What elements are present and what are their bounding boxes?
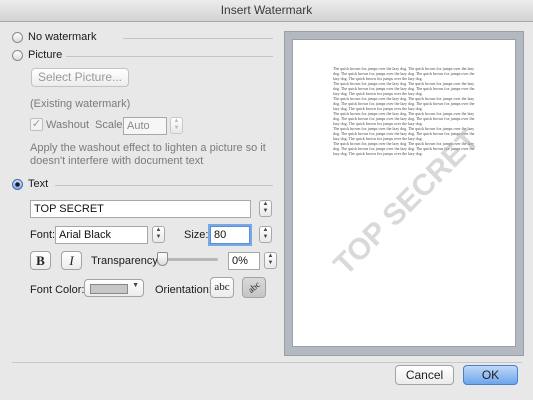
- italic-button[interactable]: I: [61, 251, 82, 270]
- insert-watermark-dialog: No watermark Picture Select Picture... (…: [0, 22, 533, 400]
- text-label[interactable]: Text: [28, 178, 48, 190]
- transparency-label: Transparency:: [91, 255, 161, 267]
- size-label: Size:: [184, 229, 209, 241]
- select-picture-button[interactable]: Select Picture...: [31, 68, 129, 87]
- watermark-text-input[interactable]: TOP SECRET: [30, 200, 251, 218]
- bold-button[interactable]: B: [30, 251, 51, 270]
- preview-paragraph: The quick brown fox jumps over the lazy …: [333, 141, 475, 156]
- picture-label[interactable]: Picture: [28, 49, 62, 61]
- preview-paragraph: The quick brown fox jumps over the lazy …: [333, 126, 475, 141]
- chevron-down-icon: ▼: [132, 282, 139, 289]
- font-input[interactable]: Arial Black: [55, 226, 148, 244]
- orientation-horizontal-button[interactable]: abc: [210, 277, 234, 298]
- washout-checkbox[interactable]: ✓: [30, 118, 43, 131]
- size-input[interactable]: 80: [210, 226, 250, 244]
- transparency-slider-thumb[interactable]: [157, 252, 168, 266]
- preview-text: The quick brown fox jumps over the lazy …: [333, 66, 476, 156]
- preview-frame: The quick brown fox jumps over the lazy …: [284, 31, 524, 356]
- scale-label: Scale:: [95, 119, 126, 131]
- no-watermark-radio[interactable]: [12, 32, 23, 43]
- preview-paragraph: The quick brown fox jumps over the lazy …: [333, 111, 475, 126]
- separator: [12, 362, 522, 363]
- picture-radio[interactable]: [12, 50, 23, 61]
- washout-help-text: Apply the washout effect to lighten a pi…: [30, 142, 266, 167]
- cancel-button[interactable]: Cancel: [395, 365, 454, 385]
- washout-label: Washout: [46, 119, 90, 131]
- transparency-slider-track[interactable]: [160, 258, 218, 261]
- transparency-input[interactable]: 0%: [228, 252, 260, 270]
- font-color-swatch: [90, 284, 128, 294]
- separator: [66, 56, 273, 57]
- preview-paragraph: The quick brown fox jumps over the lazy …: [333, 66, 475, 81]
- preview-paragraph: The quick brown fox jumps over the lazy …: [333, 96, 475, 111]
- separator: [123, 38, 273, 39]
- preview-paragraph: The quick brown fox jumps over the lazy …: [333, 81, 475, 96]
- preview-page: The quick brown fox jumps over the lazy …: [293, 40, 515, 346]
- window-title: Insert Watermark: [0, 0, 533, 22]
- scale-input[interactable]: Auto: [123, 117, 167, 135]
- font-label: Font:: [30, 229, 56, 241]
- ok-button[interactable]: OK: [463, 365, 518, 385]
- transparency-stepper[interactable]: ▲ ▼: [264, 252, 277, 269]
- existing-watermark-label: (Existing watermark): [30, 98, 131, 110]
- orientation-diagonal-button[interactable]: abc: [242, 277, 266, 298]
- text-radio[interactable]: [12, 179, 23, 190]
- font-color-label: Font Color:: [30, 284, 85, 296]
- font-color-picker[interactable]: ▼: [84, 279, 144, 297]
- orientation-diagonal-label: abc: [245, 279, 262, 295]
- watermark-text-dropdown[interactable]: ▲ ▼: [259, 200, 272, 217]
- no-watermark-label[interactable]: No watermark: [28, 31, 96, 43]
- separator: [55, 185, 273, 186]
- orientation-label: Orientation:: [155, 284, 212, 296]
- scale-stepper[interactable]: ▲ ▼: [170, 117, 183, 134]
- size-stepper[interactable]: ▲ ▼: [259, 226, 272, 243]
- font-dropdown[interactable]: ▲ ▼: [152, 226, 165, 243]
